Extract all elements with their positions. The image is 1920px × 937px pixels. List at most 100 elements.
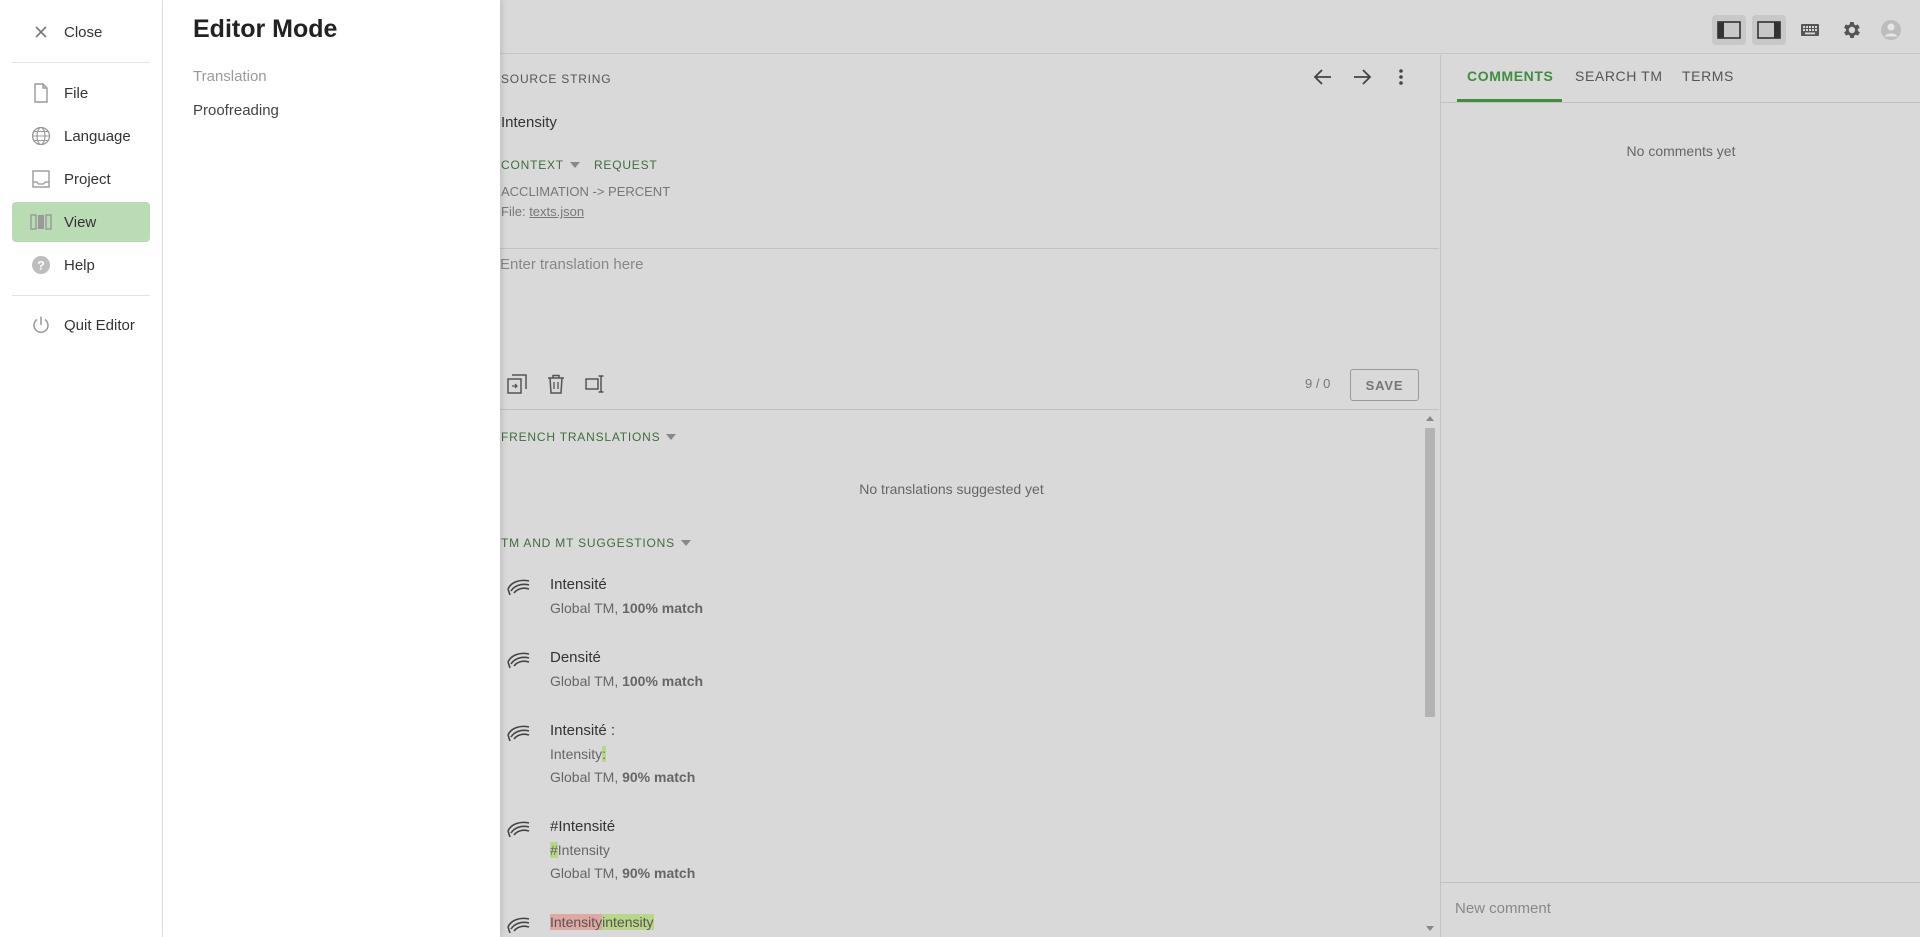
editor-divider	[500, 409, 1439, 410]
nav-item-help[interactable]: ? Help	[12, 245, 150, 285]
project-icon	[30, 168, 52, 190]
copy-source-button[interactable]	[507, 374, 527, 399]
nav-item-file[interactable]: File	[12, 73, 150, 113]
context-toggle[interactable]: CONTEXT	[501, 158, 564, 172]
globe-icon	[30, 125, 52, 147]
file-icon	[30, 82, 52, 104]
quit-editor-button[interactable]: Quit Editor	[12, 305, 150, 345]
user-menu-button[interactable]	[1874, 15, 1908, 45]
previous-string-button[interactable]	[1313, 68, 1333, 91]
insert-placeholder-button[interactable]	[585, 374, 607, 399]
suggestion-item[interactable]: Intensité : Intensity: Global TM, 90% ma…	[500, 722, 1400, 806]
quit-editor-label: Quit Editor	[64, 316, 135, 334]
left-panel-icon	[1717, 21, 1741, 39]
close-button[interactable]: Close	[12, 12, 150, 52]
suggestion-item[interactable]: #Intensité #Intensity Global TM, 90% mat…	[500, 818, 1400, 902]
tm-suggestions-header[interactable]: TM AND MT SUGGESTIONS	[501, 536, 691, 550]
diff-delete: Intensity	[550, 914, 603, 930]
file-link[interactable]: texts.json	[529, 204, 584, 219]
translation-input[interactable]	[500, 256, 1430, 356]
suggestion-text: Densité	[550, 649, 601, 666]
svg-text:?: ?	[37, 259, 44, 273]
suggestion-source-diff: #Intensity	[550, 842, 610, 858]
text-cursor-icon	[585, 375, 604, 393]
scroll-up-arrow[interactable]	[1426, 416, 1434, 421]
suggestion-text: Intensité	[550, 576, 607, 593]
close-label: Close	[64, 23, 103, 41]
gear-icon	[1844, 22, 1860, 38]
keyboard-icon	[1801, 24, 1819, 36]
nav-item-label: Language	[64, 127, 131, 145]
tm-source-icon	[507, 579, 530, 596]
editor-mode-title: Editor Mode	[193, 15, 338, 43]
save-button[interactable]: SAVE	[1350, 369, 1419, 401]
nav-item-label: Help	[64, 256, 95, 274]
left-panel-toggle[interactable]	[1712, 15, 1746, 45]
nav-item-project[interactable]: Project	[12, 159, 150, 199]
context-value: ACCLIMATION -> PERCENT	[501, 184, 671, 199]
help-icon: ?	[30, 254, 52, 276]
keyboard-button[interactable]	[1793, 15, 1827, 45]
arrow-right-icon	[1354, 69, 1372, 85]
tm-suggestions-label: TM AND MT SUGGESTIONS	[501, 536, 675, 550]
more-vertical-icon	[1399, 69, 1403, 85]
mode-option-proofreading[interactable]: Proofreading	[193, 102, 279, 119]
suggestion-item[interactable]: Intensité Global TM, 100% match	[500, 576, 1400, 636]
scrollbar-thumb[interactable]	[1425, 428, 1435, 717]
copy-source-icon	[507, 374, 527, 394]
more-options-button[interactable]	[1396, 68, 1406, 91]
match-score: 100% match	[622, 673, 704, 689]
clear-translation-button[interactable]	[547, 374, 565, 399]
diff-insert: intensity	[602, 914, 654, 930]
suggestion-item[interactable]: Densité Global TM, 100% match	[500, 649, 1400, 709]
avatar-icon	[1881, 20, 1901, 40]
request-context-link[interactable]: REQUEST	[594, 158, 658, 172]
scroll-down-arrow[interactable]	[1426, 926, 1434, 931]
suggestions-scrollbar[interactable]	[1423, 412, 1437, 937]
tm-source-icon	[507, 652, 530, 669]
suggestion-origin: Global TM, 90% match	[550, 769, 696, 785]
diff-insert: :	[602, 746, 607, 762]
tabs-divider	[1441, 102, 1920, 103]
nav-divider	[12, 295, 150, 296]
nav-item-label: View	[64, 213, 97, 231]
settings-button[interactable]	[1834, 15, 1868, 45]
suggestion-item[interactable]: Intensityintensity	[500, 914, 1400, 937]
suggestion-origin: Global TM, 90% match	[550, 865, 696, 881]
tab-comments[interactable]: COMMENTS	[1467, 68, 1553, 84]
tab-terms[interactable]: TERMS	[1682, 68, 1734, 84]
french-translations-label: FRENCH TRANSLATIONS	[501, 430, 661, 444]
nav-item-label: Project	[64, 170, 111, 188]
mode-option-translation[interactable]: Translation	[193, 68, 267, 85]
suggestion-text: #Intensité	[550, 818, 616, 835]
side-nav: Close File Language Project View ? Help	[0, 0, 163, 937]
right-panel-toggle[interactable]	[1752, 15, 1786, 45]
context-row: CONTEXT REQUEST	[501, 158, 658, 172]
new-comment-input[interactable]	[1455, 895, 1905, 921]
editor-mode-panel: Editor Mode Translation Proofreading	[163, 0, 500, 937]
french-translations-header[interactable]: FRENCH TRANSLATIONS	[501, 430, 677, 444]
nav-item-language[interactable]: Language	[12, 116, 150, 156]
comment-divider	[1441, 882, 1920, 883]
suggestion-origin: Global TM, 100% match	[550, 600, 704, 616]
file-info: File: texts.json	[501, 204, 584, 219]
suggestion-origin: Global TM, 100% match	[550, 673, 704, 689]
tab-search-tm[interactable]: SEARCH TM	[1575, 68, 1663, 84]
nav-item-label: File	[64, 84, 89, 102]
trash-icon	[548, 374, 564, 394]
caret-down-icon	[680, 540, 691, 546]
nav-item-view[interactable]: View	[12, 202, 150, 242]
file-prefix: File:	[501, 204, 526, 219]
view-icon	[30, 211, 52, 233]
source-string-heading: SOURCE STRING	[501, 72, 612, 86]
match-score: 100% match	[622, 600, 704, 616]
nav-divider	[12, 62, 150, 63]
tm-source-icon	[507, 917, 530, 934]
arrow-left-icon	[1313, 69, 1331, 85]
no-comments-text: No comments yet	[1626, 143, 1736, 159]
right-panel-icon	[1757, 21, 1781, 39]
caret-down-icon	[666, 434, 677, 440]
right-panel: COMMENTS SEARCH TM TERMS No comments yet	[1440, 55, 1920, 937]
suggestion-source-diff: Intensity:	[550, 746, 607, 762]
next-string-button[interactable]	[1352, 68, 1372, 91]
